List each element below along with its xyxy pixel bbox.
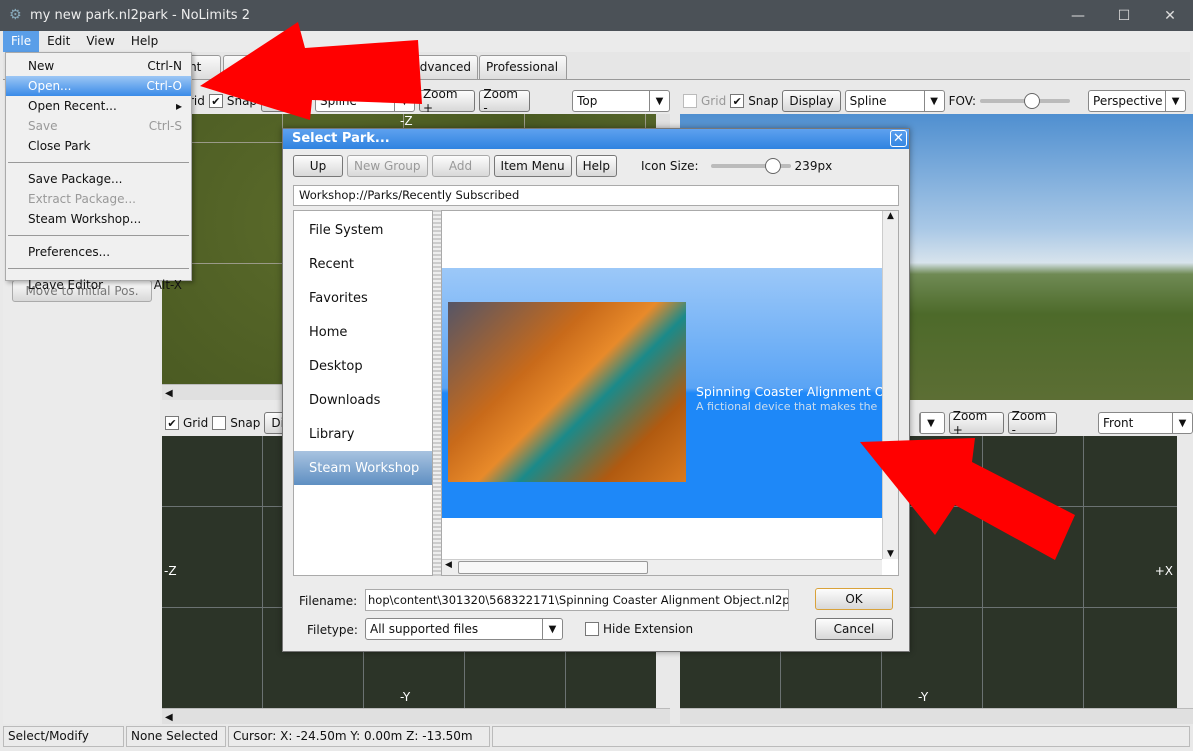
red-arrow-icon: [860, 438, 1075, 560]
annotation-arrows: [200, 22, 1075, 560]
red-arrow-icon: [200, 22, 422, 120]
